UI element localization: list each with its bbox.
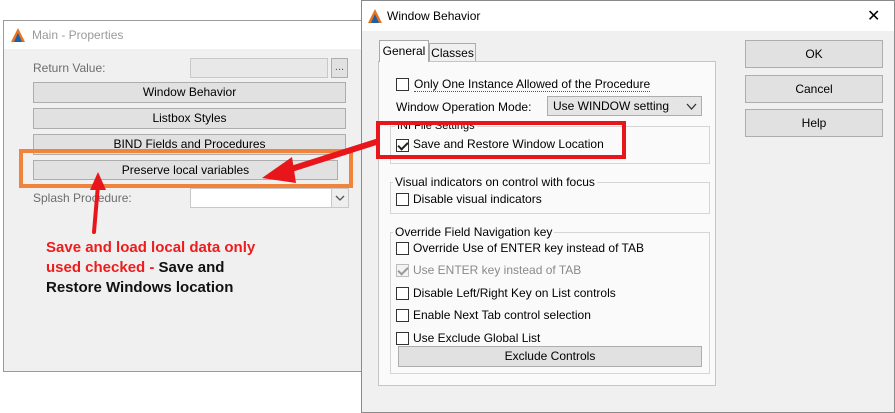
tab-general[interactable]: General [379, 40, 429, 62]
arrow-to-annotation-icon [90, 172, 106, 234]
annotation-arrows [90, 139, 379, 234]
arrow-to-preserve-icon [262, 139, 379, 183]
